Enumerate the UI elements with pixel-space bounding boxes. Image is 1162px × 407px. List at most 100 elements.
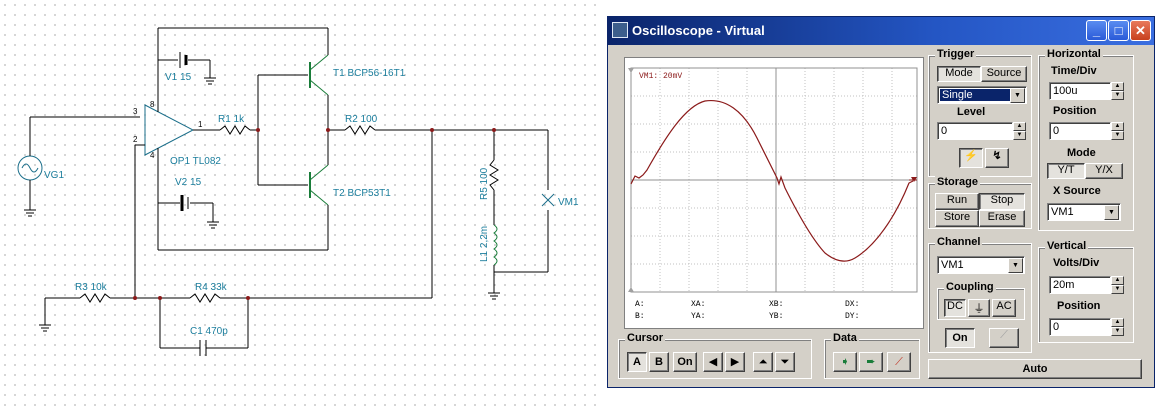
trigger-level-input[interactable]: 0 <box>937 122 1013 140</box>
trigger-mode-button[interactable]: Mode <box>937 66 981 82</box>
pin-3: 3 <box>133 107 138 116</box>
storage-group: Storage Run Stop Store Erase <box>928 176 1032 229</box>
maximize-icon: □ <box>1114 23 1123 38</box>
cursor-on-button[interactable]: On <box>673 352 697 372</box>
coupling-title: Coupling <box>944 281 996 293</box>
xsource-select[interactable]: VM1 ▼ <box>1047 203 1121 221</box>
h-mode-label: Mode <box>1067 147 1096 159</box>
voltsdiv-spin-up[interactable]: ▲ <box>1111 276 1124 285</box>
label-vm1: VM1 <box>558 197 579 208</box>
cursor-right-button[interactable]: ▶ <box>725 352 745 372</box>
gnd-coupling-button[interactable]: ⏚ <box>968 299 990 317</box>
readout-dy: DY: <box>845 312 860 321</box>
cursor-down-button[interactable]: ⏷ <box>775 352 795 372</box>
scope-display <box>628 67 918 293</box>
minimize-icon: _ <box>1092 23 1101 38</box>
cursor-a-button[interactable]: A <box>627 352 647 372</box>
minimize-button[interactable]: _ <box>1086 20 1107 41</box>
cursor-group: Cursor A B On ◀ ▶ ⏶ ⏷ <box>618 332 812 379</box>
close-button[interactable]: ✕ <box>1130 20 1151 41</box>
vertical-title: Vertical <box>1045 240 1089 252</box>
channel-title: Channel <box>935 236 983 248</box>
channel-select[interactable]: VM1 ▼ <box>937 256 1025 274</box>
probe-button[interactable]: ⟋ <box>989 328 1019 348</box>
schematic-canvas[interactable]: VG1 V1 15 V2 15 OP1 TL082 R1 1k R2 100 R… <box>0 0 600 407</box>
export-icon: ➧ <box>840 356 850 368</box>
data-plot-button[interactable]: ⟋ <box>887 352 911 372</box>
voltsdiv-input[interactable]: 20m <box>1049 276 1111 294</box>
v-position-label: Position <box>1057 300 1101 312</box>
pin-4: 4 <box>150 151 155 160</box>
v-position-spin-up[interactable]: ▲ <box>1111 318 1124 327</box>
stop-button[interactable]: Stop <box>979 193 1025 210</box>
data-import-button[interactable]: ➨ <box>859 352 883 372</box>
cursor-up-button[interactable]: ⏶ <box>753 352 773 372</box>
timediv-input[interactable]: 100u <box>1049 82 1111 100</box>
oscilloscope-app-icon[interactable] <box>612 22 628 38</box>
v-position-input[interactable]: 0 <box>1049 318 1111 336</box>
label-r4: R4 33k <box>195 282 228 293</box>
label-vg1: VG1 <box>44 170 64 181</box>
vertical-group: Vertical Volts/Div 20m ▲ ▼ Position 0 ▲ … <box>1038 240 1134 343</box>
cursor-left-button[interactable]: ◀ <box>703 352 723 372</box>
xsource-label: X Source <box>1053 185 1101 197</box>
channel-on-button[interactable]: On <box>945 328 975 348</box>
chevron-down-icon[interactable]: ▼ <box>1010 88 1025 103</box>
v-position-spin-down[interactable]: ▼ <box>1111 327 1124 336</box>
trigger-source-button[interactable]: Source <box>981 66 1027 82</box>
maximize-button[interactable]: □ <box>1108 20 1129 41</box>
data-title: Data <box>831 332 859 344</box>
label-r5: R5 100 <box>479 167 490 200</box>
level-spin-down[interactable]: ▼ <box>1013 131 1026 140</box>
rising-edge-button[interactable]: ↯ <box>985 148 1009 168</box>
yt-mode-button[interactable]: Y/T <box>1047 163 1085 179</box>
arrow-up-icon: ⏶ <box>758 356 768 368</box>
pin-1: 1 <box>198 120 203 129</box>
h-position-input[interactable]: 0 <box>1049 122 1111 140</box>
label-v2: V2 15 <box>175 177 202 188</box>
store-button[interactable]: Store <box>935 210 979 227</box>
schematic-drawing[interactable]: VG1 V1 15 V2 15 OP1 TL082 R1 1k R2 100 R… <box>0 0 600 407</box>
level-spin-up[interactable]: ▲ <box>1013 122 1026 131</box>
trigger-mode-value: Single <box>940 89 1010 101</box>
probe-icon: ⟋ <box>1000 329 1008 341</box>
waveform-trace <box>630 99 914 262</box>
readout-b: B: <box>635 312 645 321</box>
ac-coupling-button[interactable]: AC <box>992 299 1016 317</box>
trigger-group: Trigger Mode Source Single ▼ Level 0 ▲ ▼… <box>928 48 1032 177</box>
h-position-spin-up[interactable]: ▲ <box>1111 122 1124 131</box>
plot-icon: ⟋ <box>895 356 903 368</box>
trigger-mode-select[interactable]: Single ▼ <box>937 86 1027 104</box>
chevron-down-icon[interactable]: ▼ <box>1008 258 1023 273</box>
erase-button[interactable]: Erase <box>979 210 1025 227</box>
yx-mode-button[interactable]: Y/X <box>1085 163 1123 179</box>
auto-button[interactable]: Auto <box>928 359 1142 379</box>
timediv-spin-down[interactable]: ▼ <box>1111 91 1124 100</box>
pin-8: 8 <box>150 100 155 109</box>
label-t1: T1 BCP56-16T1 <box>333 68 406 79</box>
readout-a: A: <box>635 300 645 309</box>
h-position-spin-down[interactable]: ▼ <box>1111 131 1124 140</box>
storage-title: Storage <box>935 176 980 188</box>
import-icon: ➨ <box>866 356 876 368</box>
pin-2: 2 <box>133 135 138 144</box>
ground-icon: ⏚ <box>973 303 985 315</box>
trigger-level-label: Level <box>957 106 986 118</box>
horizontal-group: Horizontal Time/Div 100u ▲ ▼ Position 0 … <box>1038 48 1134 231</box>
falling-edge-button[interactable]: ⚡ <box>959 148 983 168</box>
timediv-label: Time/Div <box>1051 65 1097 77</box>
voltsdiv-spin-down[interactable]: ▼ <box>1111 285 1124 294</box>
chevron-down-icon[interactable]: ▼ <box>1104 205 1119 220</box>
label-r1: R1 1k <box>218 114 245 125</box>
data-export-button[interactable]: ➧ <box>833 352 857 372</box>
title-bar[interactable]: Oscilloscope - Virtual _ □ ✕ <box>608 17 1154 45</box>
dc-coupling-button[interactable]: DC <box>944 299 966 317</box>
coupling-group: Coupling DC ⏚ AC <box>937 281 1025 320</box>
scope-screen[interactable]: VM1: 20mV A: B: XA: YA: XB: YB: DX: DY: <box>624 57 924 329</box>
timediv-spin-up[interactable]: ▲ <box>1111 82 1124 91</box>
arrow-left-icon: ◀ <box>708 356 718 368</box>
cursor-b-button[interactable]: B <box>649 352 669 372</box>
label-v1: V1 15 <box>165 72 192 83</box>
run-button[interactable]: Run <box>935 193 979 210</box>
xsource-value: VM1 <box>1051 206 1074 218</box>
